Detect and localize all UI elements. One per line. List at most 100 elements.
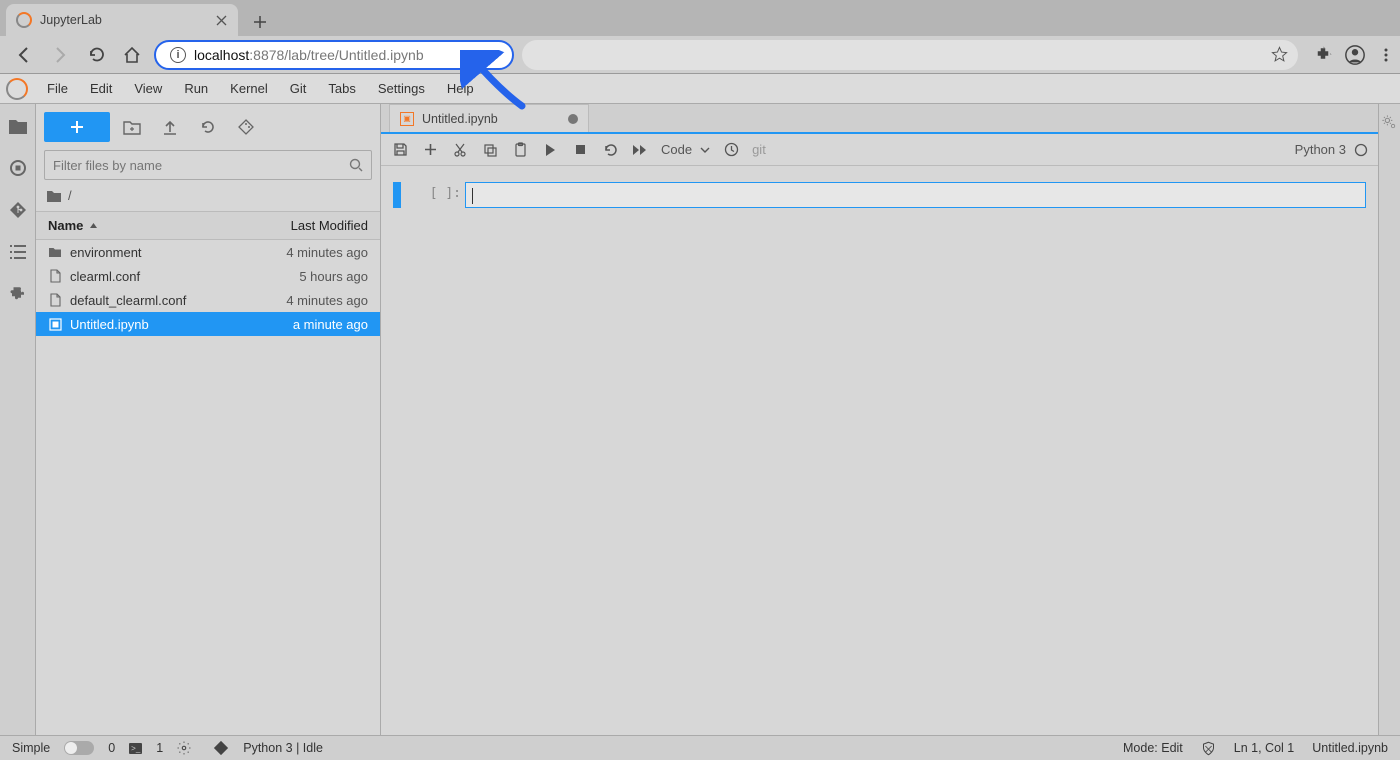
cell-input[interactable] [465, 182, 1366, 208]
activity-bar [0, 104, 36, 735]
address-bar-extended[interactable] [522, 40, 1298, 70]
active-file[interactable]: Untitled.ipynb [1312, 741, 1388, 755]
gears-icon[interactable] [1381, 114, 1398, 735]
file-row[interactable]: Untitled.ipynb a minute ago [36, 312, 380, 336]
address-bar[interactable]: i localhost:8878/lab/tree/Untitled.ipynb [154, 40, 514, 70]
forward-button[interactable] [46, 41, 74, 69]
file-browser: / Name Last Modified environment 4 minute… [36, 104, 381, 735]
toc-icon[interactable] [8, 242, 28, 262]
breadcrumb-root[interactable]: / [68, 188, 72, 203]
text-cursor [472, 188, 473, 204]
mode-indicator: Mode: Edit [1123, 741, 1183, 755]
refresh-button[interactable] [192, 112, 224, 142]
new-folder-button[interactable] [116, 112, 148, 142]
address-bar-text: localhost:8878/lab/tree/Untitled.ipynb [194, 47, 424, 63]
browser-tab-title: JupyterLab [40, 13, 206, 27]
checkpoint-icon[interactable] [722, 141, 740, 159]
menu-help[interactable]: Help [436, 76, 485, 101]
restart-button[interactable] [601, 141, 619, 159]
cell-type-select[interactable]: Code [661, 142, 710, 157]
upload-button[interactable] [154, 112, 186, 142]
profile-icon[interactable] [1344, 44, 1366, 66]
home-button[interactable] [118, 41, 146, 69]
info-icon[interactable]: i [170, 47, 186, 63]
menu-file[interactable]: File [36, 76, 79, 101]
search-icon [349, 158, 363, 172]
git-pull-button[interactable] [230, 112, 262, 142]
git-status-icon[interactable] [213, 740, 229, 756]
tabs-count[interactable]: 0 [108, 741, 115, 755]
file-browser-icon[interactable] [8, 116, 28, 136]
menu-edit[interactable]: Edit [79, 76, 123, 101]
breadcrumb[interactable]: / [36, 180, 380, 211]
reload-button[interactable] [82, 41, 110, 69]
close-icon[interactable] [214, 13, 228, 27]
notebook-tab[interactable]: ▣ Untitled.ipynb [389, 104, 589, 132]
file-name: clearml.conf [70, 269, 140, 284]
restart-run-all-button[interactable] [631, 141, 649, 159]
chevron-down-icon [700, 147, 710, 153]
menu-run[interactable]: Run [173, 76, 219, 101]
menu-view[interactable]: View [123, 76, 173, 101]
menu-icon[interactable] [1378, 47, 1394, 63]
kernel-indicator[interactable]: Python 3 [1295, 142, 1368, 157]
back-button[interactable] [10, 41, 38, 69]
file-name: default_clearml.conf [70, 293, 186, 308]
file-modified: 4 minutes ago [286, 293, 368, 308]
notebook-icon [48, 317, 62, 331]
git-icon[interactable] [8, 200, 28, 220]
unsaved-indicator-icon [568, 114, 578, 124]
file-row[interactable]: default_clearml.conf 4 minutes ago [36, 288, 380, 312]
menubar: File Edit View Run Kernel Git Tabs Setti… [0, 74, 1400, 104]
file-name: environment [70, 245, 142, 260]
terminal-icon[interactable]: >_ [129, 743, 142, 754]
file-modified: 4 minutes ago [286, 245, 368, 260]
simple-mode-toggle[interactable] [64, 741, 94, 755]
new-launcher-button[interactable] [44, 112, 110, 142]
new-tab-button[interactable] [246, 8, 274, 36]
file-modified: a minute ago [293, 317, 368, 332]
gear-icon[interactable] [177, 741, 191, 755]
file-icon [48, 293, 62, 307]
cut-button[interactable] [451, 141, 469, 159]
save-button[interactable] [391, 141, 409, 159]
cursor-position[interactable]: Ln 1, Col 1 [1234, 741, 1294, 755]
property-inspector[interactable] [1378, 104, 1400, 735]
filter-files-text[interactable] [53, 158, 349, 173]
star-icon[interactable] [1271, 46, 1288, 63]
terminals-count[interactable]: 1 [156, 741, 163, 755]
code-cell[interactable]: [ ]: [393, 182, 1366, 208]
file-list: environment 4 minutes ago clearml.conf5 ho… [36, 240, 380, 336]
cell-prompt: [ ]: [405, 182, 461, 201]
status-bar: Simple 0 >_ 1 Python 3 | Idle Mode: Edit… [0, 735, 1400, 760]
file-row[interactable]: clearml.conf5 hours ago [36, 264, 380, 288]
run-button[interactable] [541, 141, 559, 159]
filter-files-input[interactable] [44, 150, 372, 180]
file-row[interactable]: environment 4 minutes ago [36, 240, 380, 264]
column-name[interactable]: Name [48, 218, 98, 233]
menu-settings[interactable]: Settings [367, 76, 436, 101]
browser-tab[interactable]: JupyterLab [6, 4, 238, 36]
extensions-sidebar-icon[interactable] [8, 284, 28, 304]
file-name: Untitled.ipynb [70, 317, 149, 332]
browser-tab-strip: JupyterLab [0, 0, 1400, 36]
paste-button[interactable] [511, 141, 529, 159]
menu-git[interactable]: Git [279, 76, 318, 101]
running-sessions-icon[interactable] [8, 158, 28, 178]
extensions-icon[interactable] [1314, 46, 1332, 64]
menu-kernel[interactable]: Kernel [219, 76, 279, 101]
copy-button[interactable] [481, 141, 499, 159]
add-cell-button[interactable] [421, 141, 439, 159]
column-modified[interactable]: Last Modified [291, 218, 368, 233]
trust-icon[interactable] [1201, 741, 1216, 756]
stop-button[interactable] [571, 141, 589, 159]
notebook-cell-area[interactable]: [ ]: [381, 166, 1378, 735]
git-toolbar-label[interactable]: git [752, 142, 766, 157]
kernel-status[interactable]: Python 3 | Idle [243, 741, 323, 755]
cell-collapser[interactable] [393, 182, 401, 208]
menu-tabs[interactable]: Tabs [317, 76, 366, 101]
notebook-toolbar: Code git Python 3 [381, 134, 1378, 166]
notebook-tabbar: ▣ Untitled.ipynb [381, 104, 1378, 134]
notebook-icon: ▣ [400, 112, 414, 126]
jupyter-logo-icon [6, 78, 28, 100]
